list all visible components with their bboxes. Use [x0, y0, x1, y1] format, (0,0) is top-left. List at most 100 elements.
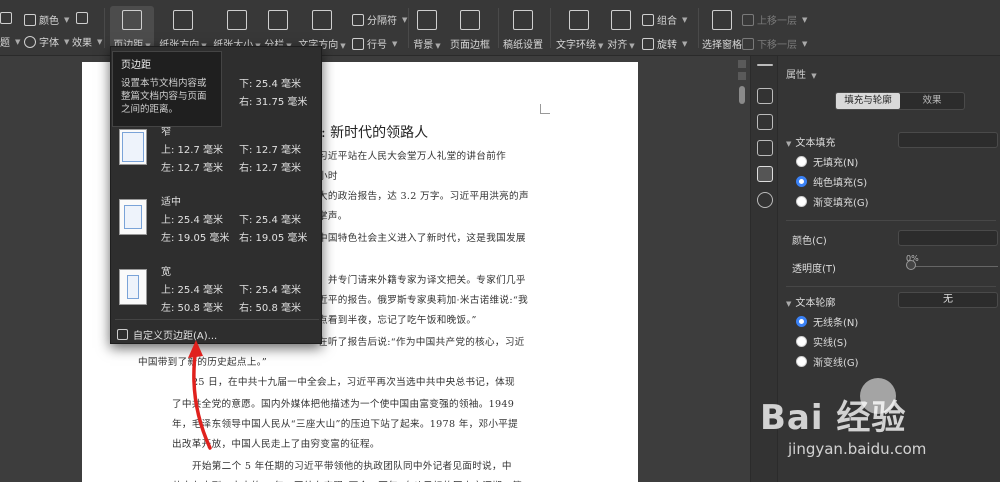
radio-no-fill[interactable]: 无填充(N)	[796, 154, 858, 169]
scroll-thumb[interactable]	[739, 86, 745, 104]
frame-icon	[76, 12, 88, 24]
divider	[786, 286, 996, 287]
selection-pane-button[interactable]: 选择窗格	[702, 6, 742, 51]
rotate-icon	[642, 37, 654, 50]
bring-forward-button[interactable]: 上移一层 ▼	[742, 12, 807, 27]
preview-icon-button[interactable]	[76, 12, 88, 24]
separator	[550, 8, 551, 48]
background-icon	[417, 10, 437, 30]
page-border-icon	[460, 10, 480, 30]
custom-margins-icon	[117, 329, 128, 340]
margin-preset-narrow[interactable]: 窄 上: 12.7 毫米 下: 12.7 毫米 左: 12.7 毫米 右: 12…	[111, 121, 321, 191]
panel-title: 属性 ▼	[786, 70, 817, 81]
page-border-button[interactable]: 页面边框	[448, 6, 492, 51]
theme-button[interactable]: 题 ▼	[0, 34, 20, 50]
color-picker[interactable]	[898, 230, 998, 246]
document-text-line: 中国带到了新的历史起点上。”	[138, 357, 268, 368]
radio-solid-line[interactable]: 实线(S)	[796, 334, 847, 349]
property-tabs: 填充与轮廓 效果	[835, 92, 965, 110]
text-wrap-icon	[569, 10, 589, 30]
document-text-line: ，并专门请来外籍专家为译文把关。专家们几乎	[318, 275, 526, 286]
pen-icon[interactable]	[757, 88, 773, 104]
scroll-down-arrow[interactable]	[738, 72, 746, 80]
group-button[interactable]: 组合 ▼	[642, 12, 687, 27]
selection-pane-icon	[712, 10, 732, 30]
background-button[interactable]: 背景 ▼	[412, 6, 442, 51]
color-label: 颜色(C)	[792, 236, 827, 247]
document-text-line: 点看到半夜，忘记了吃午饭和晚饭。”	[318, 315, 477, 326]
paper-size-button[interactable]: 纸张大小▼	[212, 6, 262, 51]
document-text-line: 在听了报告后说:“作为中国共产党的核心，习近	[318, 337, 525, 348]
margin-preset-wide[interactable]: 宽 上: 25.4 毫米 下: 25.4 毫米 左: 50.8 毫米 右: 50…	[111, 261, 321, 331]
breaks-button[interactable]: 分隔符 ▼	[352, 12, 407, 27]
radio-gradient-line[interactable]: 渐变线(G)	[796, 354, 859, 369]
line-number-icon	[352, 37, 364, 50]
cursor-icon[interactable]	[757, 114, 773, 130]
tab-fill-outline[interactable]: 填充与轮廓	[836, 93, 900, 109]
document-text-line: 习近平站在人民大会堂万人礼堂的讲台前作	[318, 151, 506, 162]
paper-size-icon	[227, 10, 247, 30]
tab-effects[interactable]: 效果	[900, 93, 964, 109]
custom-margins-item[interactable]: 自定义页边距(A)...	[117, 327, 217, 342]
text-outline-section[interactable]: ▼ 文本轮廓	[786, 294, 835, 309]
draft-paper-icon	[513, 10, 533, 30]
draft-paper-button[interactable]: 稿纸设置	[502, 6, 544, 51]
narrow-page-thumbnail	[119, 129, 147, 165]
document-text-line: 中国特色社会主义进入了新时代，这是我国发展	[318, 233, 526, 244]
transparency-slider-handle[interactable]	[906, 260, 916, 270]
separator	[104, 8, 105, 48]
menu-divider	[115, 319, 319, 320]
effects-button[interactable]: 效果 ▼	[72, 34, 102, 50]
document-text-line: 了中共全党的意愿。国内外媒体把他描述为一个使中国由富变强的领袖。1949	[172, 399, 515, 410]
align-button[interactable]: 对齐 ▼	[606, 6, 636, 51]
lock-icon[interactable]	[757, 140, 773, 156]
radio-solid-fill[interactable]: 纯色填充(S)	[796, 174, 867, 189]
history-icon[interactable]	[757, 192, 773, 208]
theme-icon-partial[interactable]	[0, 12, 12, 24]
fill-preset-select[interactable]	[898, 132, 998, 148]
baidu-jingyan-watermark: Bai 经验 jingyan.baidu.com	[740, 372, 980, 482]
properties-icon[interactable]	[757, 166, 773, 182]
paper-orientation-icon	[173, 10, 193, 30]
rotate-button[interactable]: 旋转 ▼	[642, 36, 687, 51]
radio-gradient-fill[interactable]: 渐变填充(G)	[796, 194, 869, 209]
document-text-line: 开始第二个 5 年任期的习近平带领他的执政团队同中外记者见面时说，中	[192, 461, 512, 472]
separator	[408, 8, 409, 48]
send-backward-button[interactable]: 下移一层 ▼	[742, 36, 807, 51]
columns-icon	[268, 10, 288, 30]
document-text-line: 年，毛泽东领导中国人民从“三座大山”的压迫下站了起来。1978 年，邓小平提	[172, 419, 519, 430]
separator	[698, 8, 699, 48]
document-text-line: 近平的报告。俄罗斯专家奥莉加·米古诺维说:“我	[318, 295, 528, 306]
divider	[786, 220, 996, 221]
separator	[498, 8, 499, 48]
document-text-line: 25 日，在中共十九届一中全会上，习近平再次当选中共中央总书记，体现	[192, 377, 515, 388]
document-text-line: 大的政治报告，达 3.2 万字。习近平用洪亮的声	[318, 191, 529, 202]
bring-forward-icon	[742, 13, 754, 26]
transparency-slider[interactable]	[908, 266, 998, 267]
text-direction-icon	[312, 10, 332, 30]
fonts-button[interactable]: 字体 ▼	[24, 34, 69, 49]
colors-button[interactable]: 颜色 ▼	[24, 12, 69, 27]
page-margins-icon	[122, 10, 142, 30]
margins-tooltip: 页边距 设置本节文档内容或整篇文档内容与页面之间的距离。	[112, 51, 222, 127]
line-numbers-button[interactable]: 行号 ▼	[352, 36, 397, 51]
align-icon	[611, 10, 631, 30]
columns-button[interactable]: 分栏▼	[262, 6, 294, 51]
transparency-label: 透明度(T)	[792, 264, 836, 275]
document-heading: 平: 新时代的领路人	[307, 125, 429, 141]
radio-no-line[interactable]: 无线条(N)	[796, 314, 858, 329]
menu-lines-icon[interactable]	[757, 64, 773, 66]
text-wrap-button[interactable]: 文字环绕 ▼	[556, 6, 603, 51]
font-icon	[24, 35, 36, 48]
wide-page-thumbnail	[119, 269, 147, 305]
document-text-line: 掌声。	[318, 211, 348, 222]
document-text-line: 共十九大到二十大的 5 年，正处在实现“两个一百年”奋斗目标的历史交汇期，第	[172, 478, 522, 482]
margins-button[interactable]: 页边距▼	[110, 6, 154, 51]
outline-select[interactable]: 无	[898, 292, 998, 308]
scroll-up-arrow[interactable]	[738, 60, 746, 68]
document-text-line: 出改革开放，中国人民走上了由穷变富的征程。	[172, 439, 380, 450]
margin-preset-moderate[interactable]: 适中 上: 25.4 毫米 下: 25.4 毫米 左: 19.05 毫米 右: …	[111, 191, 321, 261]
text-direction-button[interactable]: 文字方向▼	[298, 6, 346, 51]
orientation-button[interactable]: 纸张方向▼	[158, 6, 208, 51]
text-fill-section[interactable]: ▼ 文本填充	[786, 134, 835, 149]
